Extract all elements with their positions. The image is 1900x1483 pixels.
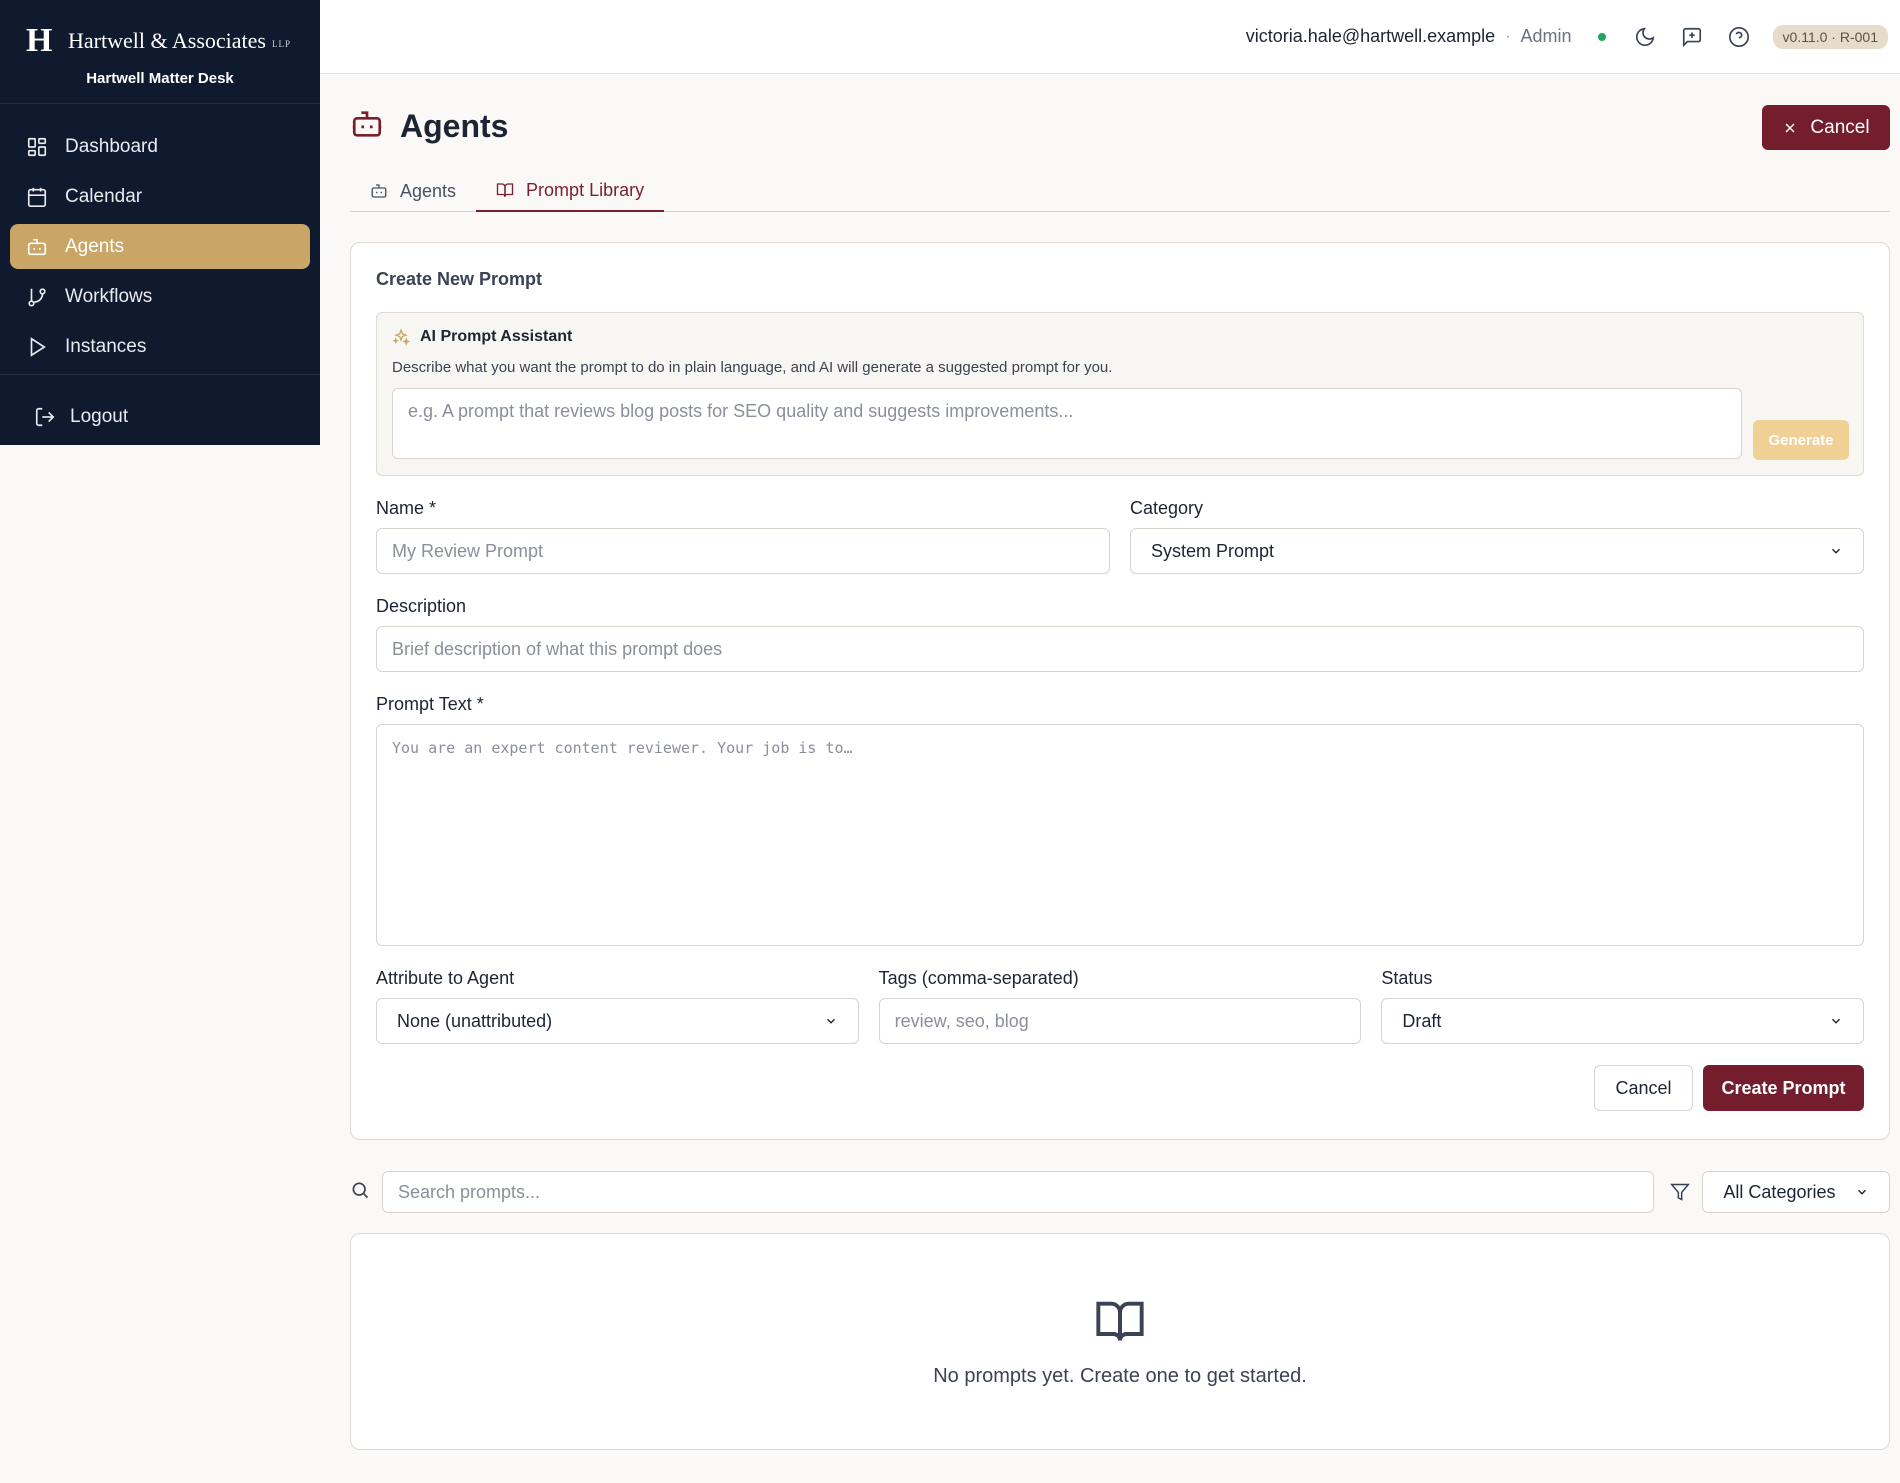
sidebar-item-label: Workflows	[65, 285, 153, 307]
tab-label: Prompt Library	[526, 179, 645, 200]
sidebar-item-label: Instances	[65, 335, 147, 357]
sidebar-item-label: Calendar	[65, 185, 143, 207]
feedback-icon[interactable]	[1679, 24, 1705, 50]
bot-icon	[25, 235, 49, 259]
dashboard-icon	[25, 135, 49, 159]
logout-label: Logout	[70, 406, 129, 427]
category-filter-value: All Categories	[1723, 1181, 1836, 1202]
category-filter-select[interactable]: All Categories	[1702, 1171, 1891, 1213]
brand-suffix: LLP	[271, 39, 291, 49]
sidebar: H Hartwell & Associates LLP Hartwell Mat…	[0, 0, 320, 445]
empty-state-text: No prompts yet. Create one to get starte…	[933, 1365, 1307, 1387]
filter-icon	[1668, 1182, 1692, 1202]
book-open-icon	[1096, 1301, 1144, 1341]
top-bar: victoria.hale@hartwell.example · Admin v…	[320, 0, 1900, 74]
user-email: victoria.hale@hartwell.example	[1245, 26, 1496, 46]
chevron-down-icon	[826, 1018, 835, 1024]
tags-label: Tags (comma-separated)	[878, 968, 1079, 988]
prompt-text-label: Prompt Text *	[376, 694, 484, 714]
agent-label: Attribute to Agent	[376, 968, 515, 988]
book-open-icon	[496, 183, 514, 197]
bot-icon	[350, 107, 384, 146]
category-label: Category	[1130, 498, 1204, 518]
prompt-search-bar: Search prompts... All Categories	[350, 1171, 1891, 1213]
ai-assistant-title: AI Prompt Assistant	[420, 328, 573, 345]
bot-icon	[371, 184, 387, 198]
create-prompt-form: Create New Prompt AI Prompt Assistant De…	[350, 242, 1890, 1140]
agent-select[interactable]: None (unattributed)	[376, 998, 859, 1044]
logout-button[interactable]: Logout	[0, 375, 320, 459]
page-header: Agents Cancel	[350, 74, 1890, 178]
sidebar-item-calendar[interactable]: Calendar	[10, 174, 310, 219]
sparkles-icon	[392, 328, 410, 346]
user-role: Admin	[1520, 26, 1572, 46]
git-branch-icon	[25, 285, 49, 309]
tags-input[interactable]: review, seo, blog	[878, 998, 1362, 1044]
empty-state: No prompts yet. Create one to get starte…	[350, 1233, 1890, 1450]
calendar-icon	[25, 185, 49, 209]
status-value: Draft	[1402, 1010, 1442, 1031]
sidebar-nav: Dashboard Calendar Agents Workflows Inst…	[0, 104, 320, 369]
chevron-down-icon	[1832, 548, 1840, 554]
sidebar-item-workflows[interactable]: Workflows	[10, 274, 310, 319]
sidebar-item-dashboard[interactable]: Dashboard	[10, 124, 310, 169]
form-cancel-button[interactable]: Cancel	[1594, 1065, 1693, 1111]
brand-logo-mark: H	[26, 22, 53, 59]
prompt-text-input[interactable]: You are an expert content reviewer. Your…	[376, 724, 1864, 946]
main-content: Agents Cancel Agents Prompt Library Crea…	[350, 74, 1891, 1450]
sidebar-item-label: Agents	[65, 235, 125, 257]
sidebar-item-agents[interactable]: Agents	[10, 224, 310, 269]
cancel-label: Cancel	[1810, 116, 1870, 138]
separator: ·	[1505, 27, 1511, 45]
form-title: Create New Prompt	[376, 269, 543, 289]
ai-description-input[interactable]: e.g. A prompt that reviews blog posts fo…	[392, 388, 1742, 459]
ai-prompt-assistant: AI Prompt Assistant Describe what you wa…	[376, 312, 1864, 476]
logout-icon	[35, 407, 55, 427]
chevron-down-icon	[1832, 1018, 1841, 1024]
name-label: Name *	[376, 498, 437, 518]
moon-icon[interactable]	[1632, 24, 1658, 50]
agent-value: None (unattributed)	[397, 1010, 553, 1031]
sidebar-item-label: Dashboard	[65, 135, 158, 157]
online-status-dot	[1597, 32, 1606, 41]
search-input[interactable]: Search prompts...	[382, 1171, 1655, 1213]
close-icon	[1785, 122, 1795, 133]
name-input[interactable]: My Review Prompt	[376, 528, 1110, 574]
help-icon[interactable]	[1726, 24, 1752, 50]
description-input[interactable]: Brief description of what this prompt do…	[376, 626, 1864, 672]
status-select[interactable]: Draft	[1381, 998, 1865, 1044]
brand-header: H Hartwell & Associates LLP Hartwell Mat…	[0, 0, 320, 104]
status-label: Status	[1381, 968, 1433, 988]
brand-name: Hartwell & Associates	[68, 28, 266, 53]
ai-assistant-description: Describe what you want the prompt to do …	[392, 359, 1113, 376]
version-badge: v0.11.0 · R-001	[1772, 24, 1888, 49]
chevron-down-icon	[1858, 1189, 1867, 1195]
create-prompt-button[interactable]: Create Prompt	[1703, 1065, 1864, 1111]
category-value: System Prompt	[1151, 540, 1275, 561]
tab-label: Agents	[400, 180, 457, 201]
cancel-button[interactable]: Cancel	[1762, 105, 1890, 150]
brand-subtitle: Hartwell Matter Desk	[86, 70, 234, 87]
search-icon	[350, 1180, 370, 1205]
category-select[interactable]: System Prompt	[1130, 528, 1864, 574]
generate-button[interactable]: Generate	[1753, 420, 1849, 460]
description-label: Description	[376, 596, 467, 616]
form-actions: Cancel Create Prompt	[376, 1065, 1864, 1111]
play-icon	[25, 335, 49, 359]
sidebar-item-instances[interactable]: Instances	[10, 324, 310, 369]
page-title: Agents	[400, 107, 509, 144]
